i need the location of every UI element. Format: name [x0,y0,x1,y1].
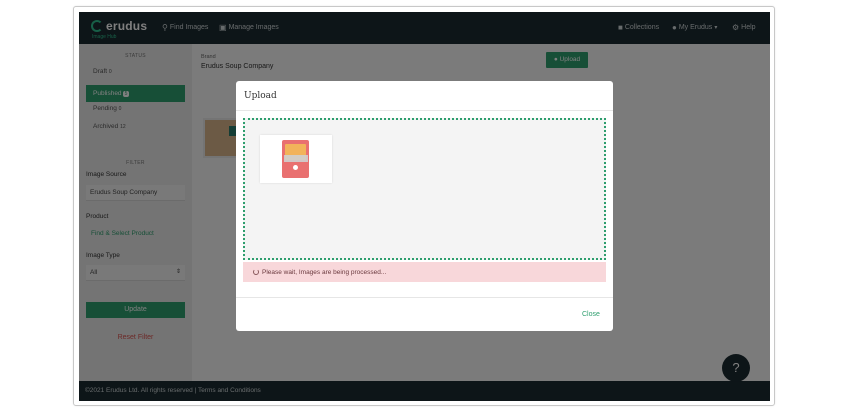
processing-message: Please wait, Images are being processed.… [262,268,387,276]
uploaded-image-preview [260,135,332,183]
modal-divider [236,110,613,111]
processing-label [284,155,308,162]
upload-modal: Upload Please wait, Images are being pro… [236,81,613,331]
modal-footer-divider [236,297,613,298]
upload-dropzone[interactable] [243,118,606,260]
spinner-icon [253,269,259,275]
modal-title: Upload [244,91,277,101]
bag-logo-graphic [293,165,298,170]
close-button[interactable]: Close [582,311,600,318]
processing-alert: Please wait, Images are being processed.… [243,262,606,282]
